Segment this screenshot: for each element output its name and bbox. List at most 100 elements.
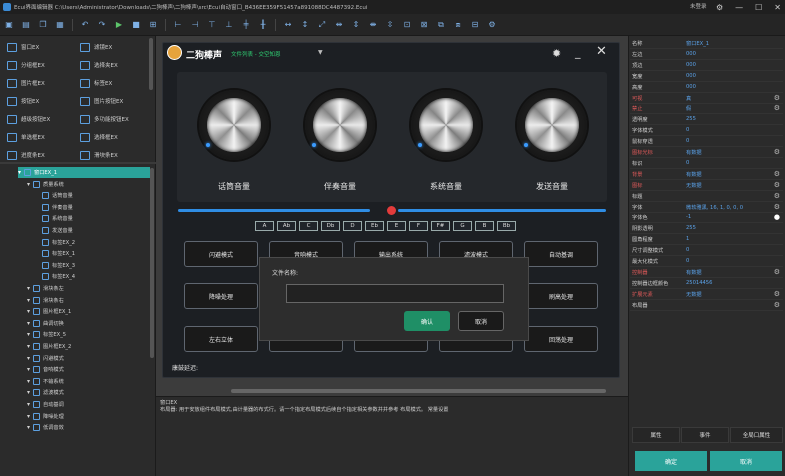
property-row[interactable]: 顶边 000	[630, 61, 783, 71]
align-top-icon[interactable]: ⊤	[207, 20, 217, 30]
same-size-icon[interactable]: ⤢	[317, 20, 327, 30]
cancel-button[interactable]: 取消	[710, 451, 782, 471]
key-button[interactable]: Eb	[365, 221, 384, 231]
property-value[interactable]: 255	[686, 116, 696, 122]
property-row[interactable]: 字体模式 0	[630, 126, 783, 137]
property-row[interactable]: 圆角程度 1	[630, 235, 783, 246]
tree-item[interactable]: ▾ 低调音效	[18, 422, 150, 433]
property-value[interactable]: 有数据	[686, 149, 702, 156]
mode-button[interactable]: 回荡处理	[524, 326, 598, 352]
align-center-icon[interactable]: ╪	[241, 20, 251, 30]
toolbox-item[interactable]: 选择夹EX	[80, 58, 118, 72]
property-value[interactable]: 假	[686, 105, 691, 112]
tree-item[interactable]: ▾ 滑块条右	[18, 295, 150, 306]
build-icon[interactable]: ⊞	[148, 20, 158, 30]
property-row[interactable]: 鼠标穿透 0	[630, 137, 783, 148]
property-row[interactable]: 控制器边框颜色 25014456	[630, 279, 783, 289]
edit-icon[interactable]: ⚙	[774, 203, 780, 211]
mode-button[interactable]: 刷高处理	[524, 283, 598, 309]
minimize-icon[interactable]: —	[735, 3, 743, 12]
dialog-ok-button[interactable]: 确认	[404, 311, 450, 331]
edit-icon[interactable]: ⚙	[774, 301, 780, 309]
tree-item[interactable]: 伴奏音量	[18, 202, 150, 213]
key-button[interactable]: B	[475, 221, 494, 231]
property-value[interactable]: 有数据	[686, 269, 702, 276]
preview-icon[interactable]: ⊟	[470, 20, 480, 30]
tree-item[interactable]: ▾ 标签EX_5	[18, 329, 150, 340]
tree-item[interactable]: ▾ 闪避模式	[18, 353, 150, 364]
property-value[interactable]: 窗口EX_1	[686, 40, 709, 47]
property-value[interactable]: 25014456	[686, 280, 712, 286]
key-button[interactable]: Bb	[497, 221, 516, 231]
align-bottom-icon[interactable]: ⊥	[224, 20, 234, 30]
edit-icon[interactable]: ⚙	[774, 104, 780, 112]
volume-knob[interactable]	[305, 90, 375, 160]
slider-thumb[interactable]	[387, 206, 396, 215]
edit-icon[interactable]: ⚙	[774, 192, 780, 200]
property-row[interactable]: 可视 真 ⚙	[630, 94, 783, 104]
edit-icon[interactable]: ⚙	[774, 148, 780, 156]
save-icon[interactable]: ▣	[4, 20, 14, 30]
order-front-icon[interactable]: ⧉	[436, 20, 446, 30]
mode-button[interactable]: 闪避模式	[184, 241, 258, 267]
toolbox-item[interactable]: 选择框EX	[80, 130, 118, 144]
tree-item[interactable]: 标签EX_3	[18, 260, 150, 271]
tab-attributes[interactable]: 属性	[632, 427, 680, 443]
toolbox-scrollbar[interactable]	[149, 38, 153, 90]
toolbox-item[interactable]: 超级按钮EX	[7, 112, 50, 126]
tree-item[interactable]: ▾ 滤波模式	[18, 387, 150, 398]
confirm-button[interactable]: 确定	[635, 451, 707, 471]
center-v-icon[interactable]: ⇳	[385, 20, 395, 30]
property-row[interactable]: 透明度 255	[630, 115, 783, 126]
property-row[interactable]: 扩展元素 无数据 ⚙	[630, 290, 783, 300]
tab-global[interactable]: 全局口属性	[730, 427, 783, 443]
key-button[interactable]: Db	[321, 221, 340, 231]
tree-item[interactable]: ▾ 质量系统	[18, 179, 150, 190]
center-h-icon[interactable]: ⇼	[368, 20, 378, 30]
canvas-scrollbar[interactable]	[231, 389, 606, 393]
property-value[interactable]: -1	[686, 214, 691, 220]
toolbox-item[interactable]: 窗口EX	[7, 40, 39, 54]
run-icon[interactable]: ▶	[114, 20, 124, 30]
property-value[interactable]: 000	[686, 62, 696, 68]
property-value[interactable]: 000	[686, 84, 696, 90]
property-row[interactable]: 标题 ⚙	[630, 192, 783, 202]
redo-icon[interactable]: ↷	[97, 20, 107, 30]
tree-item[interactable]: ▾ 曲调切换	[18, 318, 150, 329]
slider-left[interactable]	[178, 209, 370, 212]
property-value[interactable]: 0	[686, 258, 689, 264]
tree-item[interactable]: ▾ 音响模式	[18, 364, 150, 375]
property-value[interactable]: 000	[686, 51, 696, 57]
key-button[interactable]: A	[255, 221, 274, 231]
settings-tool-icon[interactable]: ⚙	[487, 20, 497, 30]
property-row[interactable]: 名称 窗口EX_1	[630, 39, 783, 49]
slider-right[interactable]	[398, 209, 606, 212]
copy-icon[interactable]: ❐	[38, 20, 48, 30]
property-row[interactable]: 控制器 有数据 ⚙	[630, 268, 783, 278]
lock-icon[interactable]: ⊠	[419, 20, 429, 30]
tree-item[interactable]: ▾ 滑块条左	[18, 283, 150, 294]
property-value[interactable]: 微软雅黑, 16, 1, 0, 0, 0	[686, 204, 743, 211]
toolbox-item[interactable]: 图片按钮EX	[80, 94, 123, 108]
toolbox-item[interactable]: 滑块条EX	[80, 148, 118, 162]
property-value[interactable]: 000	[686, 73, 696, 79]
key-button[interactable]: F#	[431, 221, 450, 231]
property-value[interactable]: 255	[686, 225, 696, 231]
maximize-icon[interactable]: ☐	[755, 3, 762, 12]
align-right-icon[interactable]: ⊣	[190, 20, 200, 30]
property-row[interactable]: 宽度 000	[630, 72, 783, 82]
align-middle-icon[interactable]: ╫	[258, 20, 268, 30]
toolbox-item[interactable]: 滤镜EX	[80, 40, 112, 54]
tree-item[interactable]: 标签EX_4	[18, 271, 150, 282]
key-button[interactable]: C	[299, 221, 318, 231]
space-h-icon[interactable]: ⇹	[334, 20, 344, 30]
toolbox-item[interactable]: 单选框EX	[7, 130, 45, 144]
key-button[interactable]: E	[387, 221, 406, 231]
property-value[interactable]: 1	[686, 236, 689, 242]
settings-icon[interactable]: ⚙	[716, 3, 723, 12]
edit-icon[interactable]: ⚙	[774, 170, 780, 178]
tree-item[interactable]: ▾ 图片框EX_2	[18, 341, 150, 352]
property-row[interactable]: 左边 000	[630, 50, 783, 60]
tab-events[interactable]: 事件	[681, 427, 729, 443]
stop-icon[interactable]: ■	[131, 20, 141, 30]
